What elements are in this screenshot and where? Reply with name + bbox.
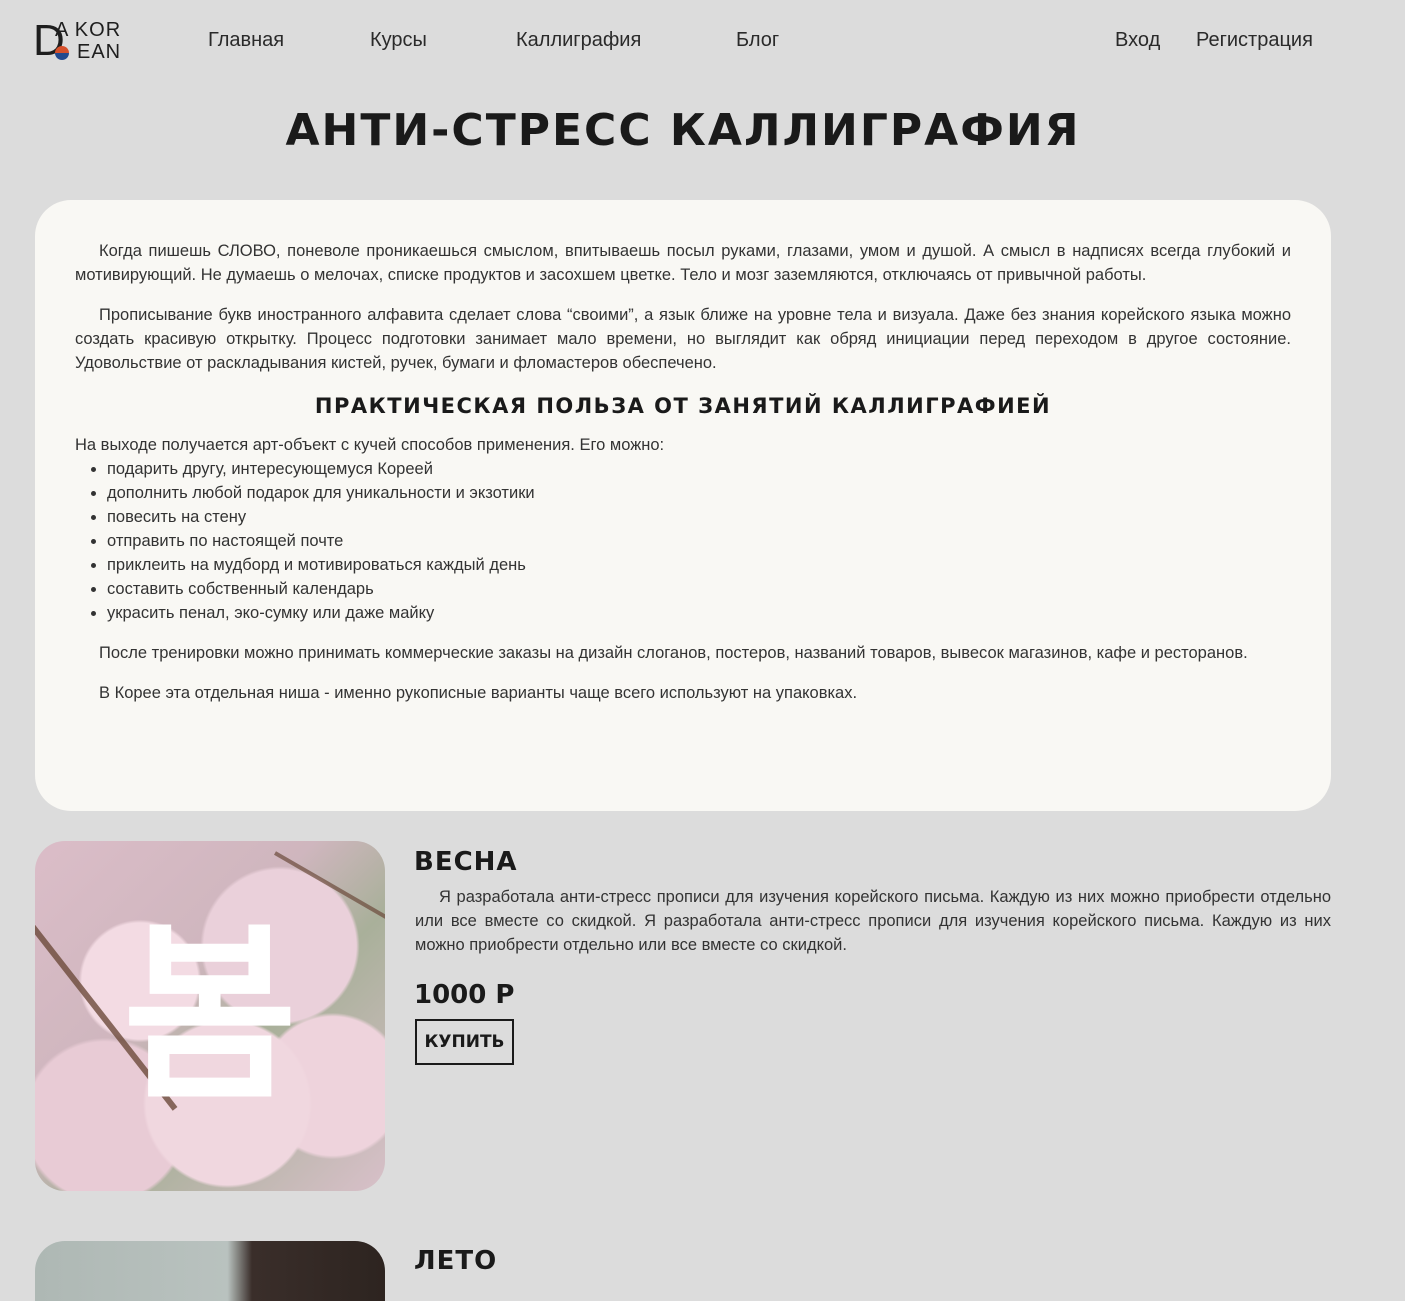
product-image-spring[interactable]: 봄 [35, 841, 385, 1191]
article-paragraph-2: Прописывание букв иностранного алфавита … [75, 306, 1291, 372]
article-paragraph-1: Когда пишешь СЛОВО, поневоле проникаешьс… [75, 242, 1291, 284]
list-item: составить собственный календарь [107, 577, 1291, 601]
taeguk-icon [55, 46, 69, 60]
article-paragraph-3: После тренировки можно принимать коммерч… [99, 644, 1248, 662]
product-title: ЛЕТО [414, 1246, 498, 1276]
list-item: украсить пенал, эко-сумку или даже майку [107, 601, 1291, 625]
logo-line-2: EAN [77, 41, 122, 63]
list-item: дополнить любой подарок для уникальности… [107, 481, 1291, 505]
uses-intro: На выходе получается арт-объект с кучей … [75, 436, 665, 454]
product-title: ВЕСНА [414, 847, 518, 877]
nav-link-calligraphy[interactable]: Каллиграфия [516, 29, 641, 52]
list-item: повесить на стену [107, 505, 1291, 529]
buy-button[interactable]: КУПИТЬ [415, 1019, 514, 1065]
logo[interactable]: D A KOR EAN [33, 19, 133, 65]
register-link[interactable]: Регистрация [1196, 29, 1313, 52]
product-description: Я разработала анти-стресс прописи для из… [415, 888, 1331, 954]
site-header: D A KOR EAN Главная Курсы Каллиграфия Бл… [0, 0, 1405, 84]
page-title: АНТИ-СТРЕСС КАЛЛИГРАФИЯ [285, 105, 1081, 156]
product-price: 1000 Р [414, 980, 515, 1010]
list-item: приклеить на мудборд и мотивироваться ка… [107, 553, 1291, 577]
nav-link-home[interactable]: Главная [208, 29, 284, 52]
logo-line-1: A KOR [55, 19, 122, 41]
article-paragraph-4: В Корее эта отдельная ниша - именно руко… [99, 684, 858, 702]
uses-list: подарить другу, интересующемуся Кореей д… [75, 457, 1291, 625]
nav-link-courses[interactable]: Курсы [370, 29, 427, 52]
article-card: Когда пишешь СЛОВО, поневоле проникаешьс… [35, 200, 1331, 811]
nav-link-blog[interactable]: Блог [736, 29, 779, 52]
list-item: подарить другу, интересующемуся Кореей [107, 457, 1291, 481]
article-subheading: ПРАКТИЧЕСКАЯ ПОЛЬЗА ОТ ЗАНЯТИЙ КАЛЛИГРАФ… [314, 394, 1052, 418]
login-link[interactable]: Вход [1115, 29, 1160, 52]
list-item: отправить по настоящей почте [107, 529, 1291, 553]
hangul-glyph: 봄 [122, 905, 298, 1126]
product-image-summer[interactable] [35, 1241, 385, 1301]
